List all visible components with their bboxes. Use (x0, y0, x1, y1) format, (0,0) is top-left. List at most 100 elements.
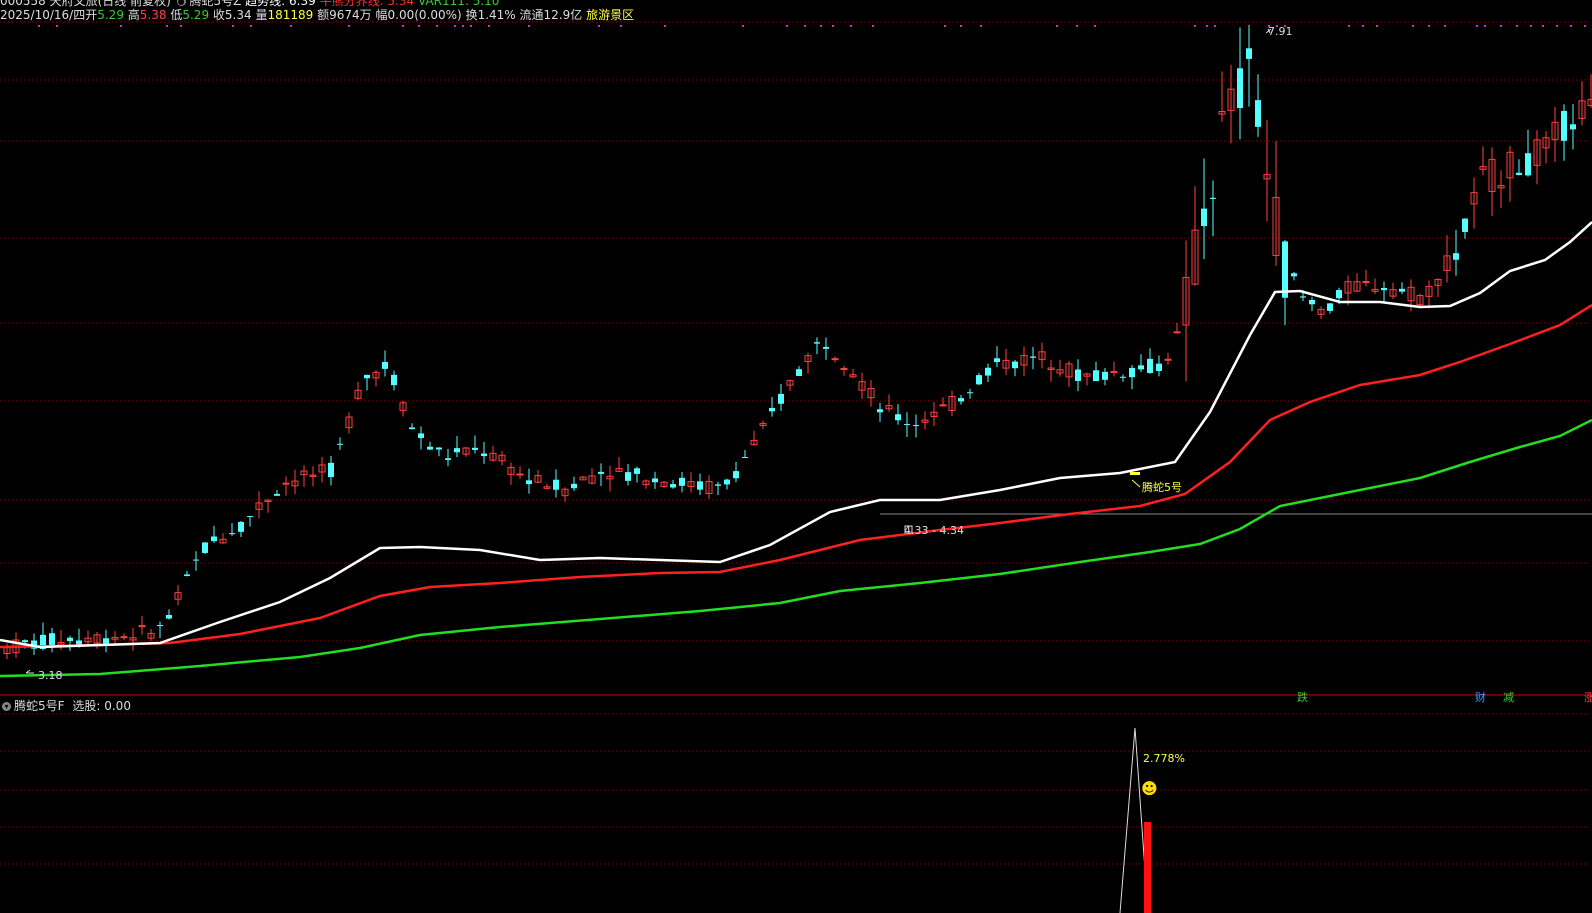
candle-body-down (1093, 370, 1099, 382)
candle-body-down (742, 456, 748, 458)
candle-body-up (831, 358, 839, 361)
candle-body-down (967, 392, 973, 394)
signal-dot (1362, 25, 1364, 27)
candle-body-up (1164, 358, 1172, 361)
signal-dot (348, 25, 350, 27)
chevron-down-icon[interactable]: ▾ (2, 702, 11, 711)
pick-value: 选股: 0.00 (72, 699, 131, 713)
indicator-name[interactable]: 腾蛇5号Z (189, 0, 241, 8)
signal-dot (1516, 25, 1518, 27)
candle-body-down (1201, 208, 1207, 227)
marker-fall: 跌 (1297, 691, 1308, 704)
sub-panel-header: ▾ 腾蛇5号F 选股: 0.00 (0, 697, 131, 714)
candle-body-down (1453, 253, 1459, 260)
candle-body-down (328, 462, 334, 478)
candle-body-down (796, 369, 802, 376)
candle-body-down (418, 433, 424, 438)
low-label: 低 (170, 8, 183, 22)
candle-body-down (445, 458, 451, 461)
turnover-label: 换 (465, 8, 478, 22)
signal-dot (1376, 25, 1378, 27)
candle-body-down (364, 374, 370, 379)
signal-dot (1206, 25, 1208, 27)
candle-body-down (733, 471, 739, 479)
candle-body-down (625, 472, 631, 481)
candle-body-down (184, 574, 190, 577)
signal-dot (462, 25, 464, 27)
trend-line-value: 趋势线: 6.39 (245, 0, 316, 8)
candle-body-down (67, 637, 73, 642)
candle-body-down (481, 453, 487, 457)
volume-value: 181189 (267, 8, 314, 22)
signal-dot (418, 25, 420, 27)
stock-code-name: 000558 天府文旅(日线 前复权) (0, 0, 171, 8)
signal-dot (1428, 25, 1430, 27)
signal-dot (180, 25, 182, 27)
candle-body-down (1381, 288, 1387, 291)
candle-body-down (526, 480, 532, 485)
candle-body-down (1075, 369, 1081, 381)
settings-icon[interactable]: ● (176, 0, 186, 6)
signal-dot (402, 25, 404, 27)
close-value: 5.34 (224, 8, 252, 22)
candle-body-down (652, 478, 658, 483)
candle-body-down (1282, 241, 1288, 298)
candle-body-up (1362, 281, 1370, 284)
signal-dot (1500, 25, 1502, 27)
high-price-label: 7.91 (1268, 25, 1293, 38)
header-quote: 2025/10/16/四开5.29 高5.38 低5.29 收5.34 量181… (0, 8, 634, 22)
signal-dot (598, 25, 600, 27)
candle-body-down (571, 483, 577, 489)
candle-body-down (1399, 288, 1405, 292)
signal-dot (832, 25, 834, 27)
candle-body-down (1102, 371, 1108, 380)
amount-label: 额 (317, 8, 330, 22)
candle-body-down (895, 414, 901, 421)
candle-body-down (337, 443, 343, 445)
signal-dot (944, 25, 946, 27)
sub-bar (1144, 822, 1151, 913)
signal-dot (620, 25, 622, 27)
signal-dot (232, 25, 234, 27)
candle-body-down (1138, 365, 1144, 370)
candle-body-down (724, 479, 730, 485)
candle-body-down (670, 484, 676, 488)
high-label: 高 (127, 8, 140, 22)
candle-body-down (1327, 303, 1333, 311)
candle-body-down (553, 479, 559, 490)
marker-reduce: 减 (1503, 691, 1514, 704)
candle-body-down (238, 521, 244, 532)
smile-icon: ☻ (1141, 779, 1158, 798)
candle-body-down (634, 468, 640, 474)
candle-body-down (454, 448, 460, 453)
candle-body-down (814, 342, 820, 344)
candle-body-up (282, 482, 290, 485)
candle-body-down (1120, 376, 1126, 378)
kline-chart[interactable] (0, 0, 1592, 913)
signal-dot (1476, 25, 1478, 27)
candle-body-down (823, 346, 829, 349)
candle-body-down (1300, 296, 1306, 298)
candle-body-down (274, 493, 280, 496)
ma-short-line (0, 221, 1592, 649)
marker-finance: 财 (1475, 691, 1486, 704)
candle-body-down (679, 477, 685, 486)
range-label: 幅 (375, 8, 388, 22)
candle-body-down (391, 374, 397, 386)
candle-body-up (840, 367, 848, 370)
signal-dot (1556, 25, 1558, 27)
candle-body-down (1462, 218, 1468, 232)
candle-body-down (958, 398, 964, 402)
close-label: 收 (212, 8, 225, 22)
sector-label[interactable]: 旅游景区 (586, 8, 634, 22)
candle-body-up (516, 473, 524, 476)
sub-panel-title[interactable]: 腾蛇5号F (14, 699, 65, 713)
signal-dot (804, 25, 806, 27)
candle-body-down (994, 358, 1000, 363)
signal-dot (1570, 25, 1572, 27)
signal-dot (1076, 25, 1078, 27)
amount-value: 9674万 (329, 8, 372, 22)
signal-mark (1130, 472, 1140, 475)
signal-dot (1348, 25, 1350, 27)
candle-body-down (1129, 367, 1135, 378)
